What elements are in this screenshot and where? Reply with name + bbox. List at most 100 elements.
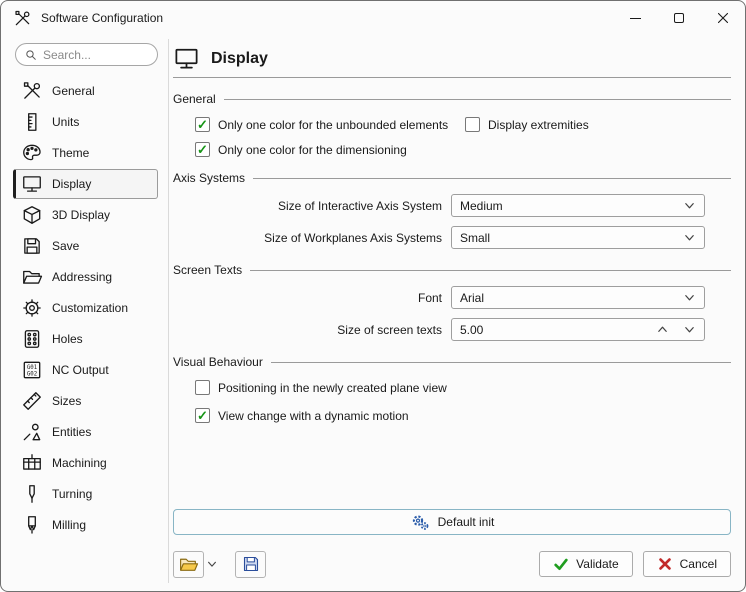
check-icon bbox=[553, 556, 569, 572]
form-row: Size of screen texts 5.00 bbox=[173, 318, 731, 341]
sidebar-item-label: Milling bbox=[52, 518, 86, 532]
section-divider bbox=[224, 99, 731, 100]
sidebar-item-label: NC Output bbox=[52, 363, 109, 377]
floppy-icon bbox=[21, 235, 43, 257]
sidebar-item-label: Customization bbox=[52, 301, 128, 315]
sidebar-item-label: Entities bbox=[52, 425, 91, 439]
field-label: Size of Interactive Axis System bbox=[173, 199, 451, 213]
default-init-button[interactable]: Default init bbox=[173, 509, 731, 535]
sidebar-item-addressing[interactable]: Addressing bbox=[13, 262, 158, 292]
spinner-value: 5.00 bbox=[460, 323, 656, 337]
sidebar-item-label: Save bbox=[52, 239, 79, 253]
sidebar-item-entities[interactable]: Entities bbox=[13, 417, 158, 447]
checkbox-positioning-plane-view[interactable] bbox=[195, 380, 210, 395]
ruler-vertical-icon bbox=[21, 111, 43, 133]
checkbox-group-dimensioning: Only one color for the dimensioning bbox=[195, 142, 407, 157]
sidebar-item-holes[interactable]: Holes bbox=[13, 324, 158, 354]
chevron-up-icon[interactable] bbox=[656, 323, 669, 336]
close-icon bbox=[717, 12, 729, 24]
sidebar-item-customization[interactable]: Customization bbox=[13, 293, 158, 323]
sidebar-item-machining[interactable]: Machining bbox=[13, 448, 158, 478]
sidebar-item-turning[interactable]: Turning bbox=[13, 479, 158, 509]
sidebar-item-label: Turning bbox=[52, 487, 92, 501]
section-visual-title: Visual Behaviour bbox=[173, 355, 263, 369]
interactive-axis-size-select[interactable]: Medium bbox=[451, 194, 705, 217]
save-button[interactable] bbox=[235, 551, 266, 578]
sidebar-item-sizes[interactable]: Sizes bbox=[13, 386, 158, 416]
sidebar-item-nc-output[interactable]: G01G02 NC Output bbox=[13, 355, 158, 385]
monitor-icon bbox=[173, 45, 200, 72]
page-header: Display bbox=[173, 45, 731, 78]
font-select[interactable]: Arial bbox=[451, 286, 705, 309]
checkbox-group-unbounded: Only one color for the unbounded element… bbox=[195, 117, 465, 132]
gcode-icon: G01G02 bbox=[21, 359, 43, 381]
section-axis-systems: Axis Systems bbox=[173, 171, 731, 185]
holes-plate-icon bbox=[21, 328, 43, 350]
section-divider bbox=[250, 270, 731, 271]
open-file-dropdown-button[interactable] bbox=[204, 551, 219, 578]
workplanes-axis-size-select[interactable]: Small bbox=[451, 226, 705, 249]
app-tools-icon bbox=[13, 9, 32, 28]
sidebar-item-units[interactable]: Units bbox=[13, 107, 158, 137]
save-disk-icon bbox=[241, 554, 261, 574]
turning-tool-icon bbox=[21, 483, 43, 505]
section-screen-texts-title: Screen Texts bbox=[173, 263, 242, 277]
x-icon bbox=[657, 556, 673, 572]
search-box[interactable] bbox=[15, 43, 158, 66]
checkbox-dynamic-motion[interactable] bbox=[195, 408, 210, 423]
sidebar-item-label: Addressing bbox=[52, 270, 112, 284]
checkbox-group-dynamic-motion: View change with a dynamic motion bbox=[195, 408, 409, 423]
minimize-button[interactable] bbox=[613, 1, 657, 35]
select-value: Arial bbox=[460, 291, 683, 305]
visual-checkboxes: Positioning in the newly created plane v… bbox=[195, 380, 731, 423]
ruler-diagonal-icon bbox=[21, 390, 43, 412]
folder-open-icon bbox=[21, 266, 43, 288]
main-panel: Display General Only one color for the u… bbox=[173, 45, 731, 433]
checkbox-label: Only one color for the dimensioning bbox=[218, 143, 407, 157]
search-input[interactable] bbox=[43, 48, 148, 62]
sidebar-item-save[interactable]: Save bbox=[13, 231, 158, 261]
sidebar-item-milling[interactable]: Milling bbox=[13, 510, 158, 540]
close-button[interactable] bbox=[701, 1, 745, 35]
sidebar-item-label: Sizes bbox=[52, 394, 81, 408]
footer-actions: Validate Cancel bbox=[539, 551, 731, 577]
checkbox-label: Positioning in the newly created plane v… bbox=[218, 381, 447, 395]
checkbox-label: Only one color for the unbounded element… bbox=[218, 118, 448, 132]
validate-button[interactable]: Validate bbox=[539, 551, 632, 577]
search-icon bbox=[25, 48, 37, 62]
open-file-button[interactable] bbox=[173, 551, 204, 578]
sidebar-item-general[interactable]: General bbox=[13, 76, 158, 106]
screen-text-size-spinner[interactable]: 5.00 bbox=[451, 318, 705, 341]
checkbox-unbounded-color[interactable] bbox=[195, 117, 210, 132]
sidebar-item-label: Machining bbox=[52, 456, 107, 470]
section-divider bbox=[253, 178, 731, 179]
checkbox-dimensioning-color[interactable] bbox=[195, 142, 210, 157]
field-label: Size of Workplanes Axis Systems bbox=[173, 231, 451, 245]
checkbox-row: Only one color for the dimensioning bbox=[195, 142, 731, 157]
monitor-icon bbox=[21, 173, 43, 195]
sidebar-item-label: Theme bbox=[52, 146, 89, 160]
milling-tool-icon bbox=[21, 514, 43, 536]
chevron-down-icon bbox=[683, 199, 696, 212]
maximize-icon bbox=[674, 13, 684, 23]
checkbox-label: Display extremities bbox=[488, 118, 589, 132]
select-value: Small bbox=[460, 231, 683, 245]
checkbox-row: View change with a dynamic motion bbox=[195, 408, 731, 423]
chevron-down-icon bbox=[683, 231, 696, 244]
field-label: Font bbox=[173, 291, 451, 305]
section-general: General bbox=[173, 92, 731, 106]
maximize-button[interactable] bbox=[657, 1, 701, 35]
sidebar-item-3d-display[interactable]: 3D Display bbox=[13, 200, 158, 230]
footer: Validate Cancel bbox=[173, 550, 731, 578]
sidebar-item-display[interactable]: Display bbox=[13, 169, 158, 199]
cancel-button[interactable]: Cancel bbox=[643, 551, 731, 577]
sidebar: GeneralUnits Theme Display3D Display Save Ad… bbox=[13, 39, 169, 583]
crossed-tools-icon bbox=[21, 80, 43, 102]
sidebar-item-theme[interactable]: Theme bbox=[13, 138, 158, 168]
titlebar: Software Configuration bbox=[1, 1, 745, 35]
cube-3d-icon bbox=[21, 204, 43, 226]
chevron-down-icon[interactable] bbox=[683, 323, 696, 336]
section-divider bbox=[271, 362, 731, 363]
machining-icon bbox=[21, 452, 43, 474]
checkbox-display-extremities[interactable] bbox=[465, 117, 480, 132]
